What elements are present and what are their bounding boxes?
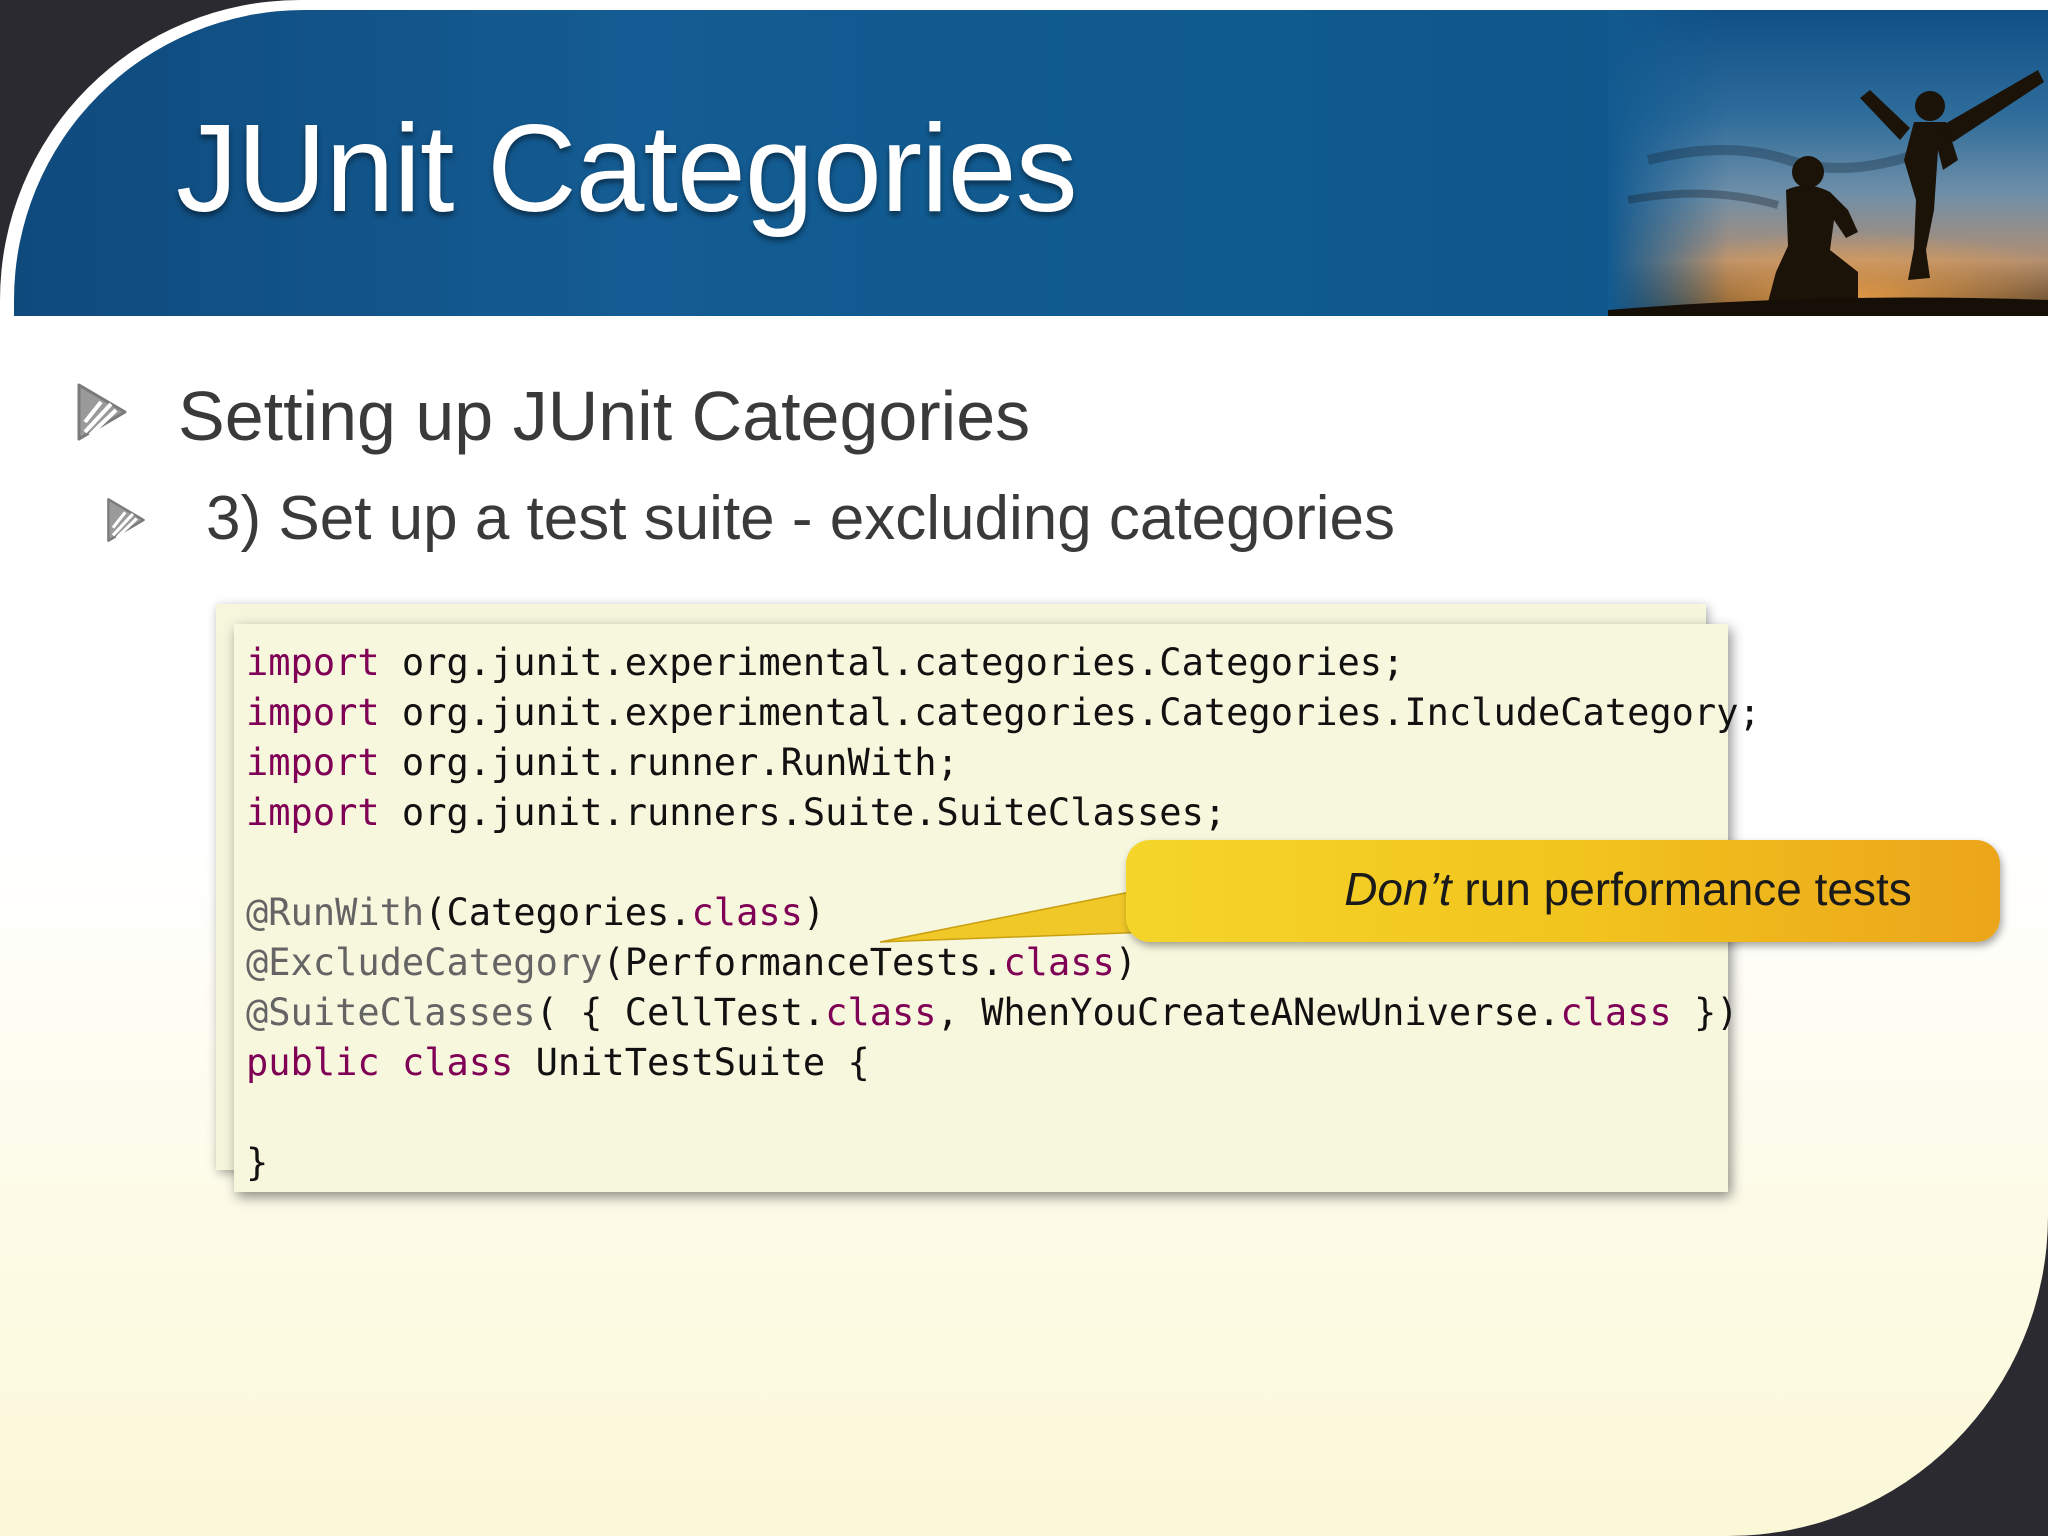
- callout-rest: run performance tests: [1451, 863, 1912, 915]
- code-annotation: @SuiteClasses: [246, 991, 536, 1034]
- code-token: ): [802, 891, 826, 934]
- callout-bubble: Don’t run performance tests: [1126, 840, 2000, 942]
- code-line: }: [246, 1138, 1761, 1188]
- code-token: org.junit.runners.Suite.SuiteClasses;: [379, 791, 1227, 834]
- code-line: import org.junit.runner.RunWith;: [246, 738, 1761, 788]
- code-annotation: @RunWith: [246, 891, 425, 934]
- code-line: import org.junit.experimental.categories…: [246, 688, 1761, 738]
- code-token: org.junit.experimental.categories.Catego…: [379, 691, 1761, 734]
- code-token: (Categories.: [424, 891, 692, 934]
- code-keyword: class: [691, 891, 803, 934]
- code-keyword: import: [246, 791, 380, 834]
- code-annotation: @ExcludeCategory: [246, 941, 603, 984]
- header-photo: [1608, 10, 2048, 316]
- code-token: , WhenYouCreateANewUniverse.: [936, 991, 1561, 1034]
- code-token: org.junit.runner.RunWith;: [379, 741, 959, 784]
- code-token: }: [246, 1141, 269, 1184]
- code-token: org.junit.experimental.categories.Catego…: [379, 641, 1405, 684]
- code-token: }): [1671, 991, 1739, 1034]
- code-keyword: import: [246, 741, 380, 784]
- sub-bullet-text: 3) Set up a test suite - excluding categ…: [206, 484, 1395, 553]
- bullet-arrow-icon: [107, 498, 145, 542]
- code-line: public class UnitTestSuite {: [246, 1038, 1761, 1088]
- code-keyword: public: [246, 1041, 380, 1084]
- code-token: UnitTestSuite {: [513, 1041, 870, 1084]
- code-line: @SuiteClasses( { CellTest.class, WhenYou…: [246, 988, 1761, 1038]
- code-keyword: class: [1560, 991, 1672, 1034]
- code-keyword: class: [401, 1041, 514, 1084]
- code-keyword: import: [246, 691, 380, 734]
- code-keyword: class: [825, 991, 937, 1034]
- slide: JUnit Categories Setting up JUnit Catego…: [0, 0, 2048, 1536]
- header-band: JUnit Categories: [14, 10, 2048, 316]
- bullet-text: Setting up JUnit Categories: [178, 377, 1031, 455]
- code-line: import org.junit.runners.Suite.SuiteClas…: [246, 788, 1761, 838]
- slide-title: JUnit Categories: [176, 100, 1078, 238]
- callout-text: Don’t run performance tests: [1126, 862, 2000, 916]
- bullet-arrow-icon: [77, 383, 127, 441]
- code-keyword: import: [246, 641, 380, 684]
- code-line: import org.junit.experimental.categories…: [246, 638, 1761, 688]
- code-token: ( { CellTest.: [535, 991, 826, 1034]
- callout-emphasis: Don’t: [1344, 863, 1452, 915]
